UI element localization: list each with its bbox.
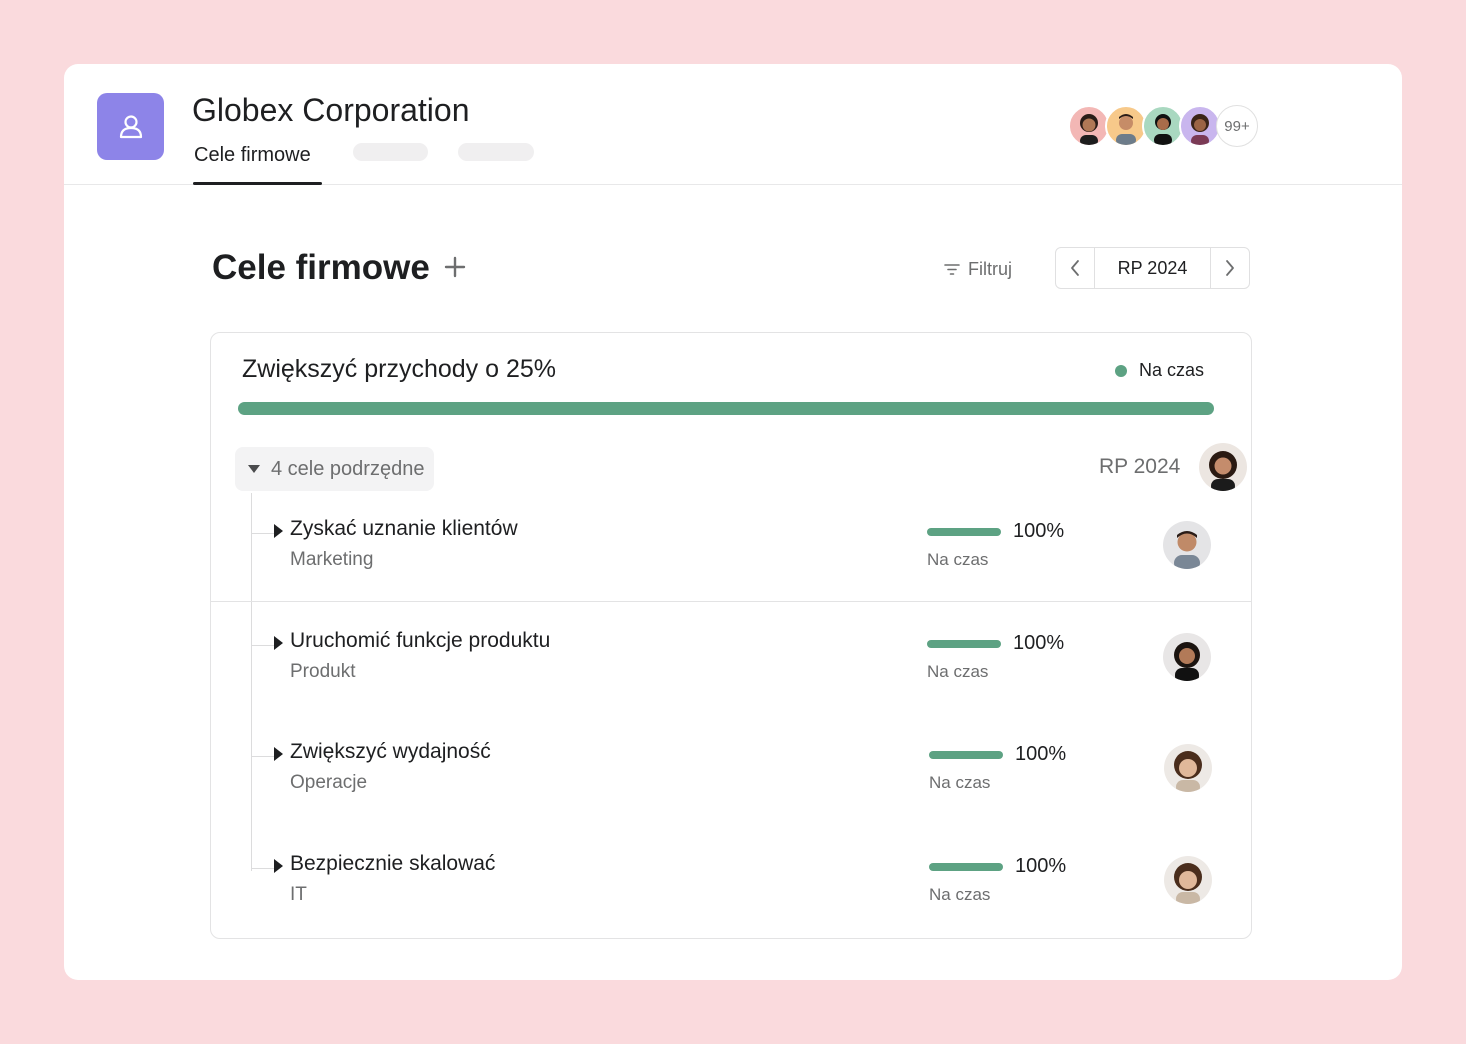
add-goal-button[interactable] (442, 254, 468, 280)
tab-active-indicator (193, 182, 322, 185)
goal-progress-bar (238, 402, 1214, 415)
period-label[interactable]: RP 2024 (1095, 248, 1210, 288)
subgoal-team: Produkt (290, 661, 356, 682)
member-avatar (1142, 105, 1184, 147)
subgoal-owner-avatar[interactable] (1164, 856, 1212, 904)
goal-title[interactable]: Zwiększyć przychody o 25% (242, 355, 556, 384)
subgoal-percent: 100% (1015, 855, 1067, 877)
tree-branch (251, 756, 275, 757)
subgoal-percent: 100% (1013, 632, 1065, 654)
tree-branch (251, 645, 275, 646)
subgoal-percent: 100% (1015, 743, 1067, 765)
subgoal-row[interactable]: Zyskać uznanie klientów Marketing 100% N… (211, 500, 1251, 610)
page-title: Cele firmowe (212, 248, 430, 287)
team-logo[interactable] (97, 93, 164, 160)
subgoal-team: Operacje (290, 772, 368, 793)
subgoal-row[interactable]: Bezpiecznie skalować IT 100% Na czas (211, 835, 1251, 945)
subgoal-title[interactable]: Uruchomić funkcje produktu (290, 629, 550, 653)
team-icon (119, 114, 142, 138)
filter-icon (944, 264, 960, 275)
subgoal-owner-avatar[interactable] (1164, 744, 1212, 792)
subgoal-title[interactable]: Zyskać uznanie klientów (290, 517, 518, 541)
plus-icon (444, 256, 466, 278)
tree-branch (251, 533, 275, 534)
filter-label: Filtruj (968, 258, 1012, 279)
subgoal-row[interactable]: Zwiększyć wydajność Operacje 100% Na cza… (211, 723, 1251, 833)
goal-card[interactable]: Zwiększyć przychody o 25% Na czas 4 cele… (210, 332, 1252, 939)
goals-card: Globex Corporation Cele firmowe 99+ Cele… (64, 64, 1402, 980)
subgoal-status: Na czas (927, 550, 989, 569)
goal-status: Na czas (1115, 360, 1204, 381)
tree-branch (251, 868, 275, 869)
tab-placeholder[interactable] (353, 143, 428, 161)
member-avatar (1105, 105, 1147, 147)
goal-owner-avatar[interactable] (1199, 443, 1247, 491)
subgoal-progress-bar (929, 863, 1003, 871)
chevron-left-icon (1071, 260, 1079, 276)
caret-down-icon (248, 465, 260, 473)
member-overflow-count[interactable]: 99+ (1216, 105, 1258, 147)
goal-status-label: Na czas (1139, 360, 1205, 380)
status-dot-icon (1115, 364, 1127, 377)
chevron-right-icon (1226, 260, 1234, 276)
subgoal-title[interactable]: Zwiększyć wydajność (290, 740, 491, 764)
org-title: Globex Corporation (192, 92, 470, 128)
goal-period: RP 2024 (1099, 455, 1181, 478)
subgoals-toggle[interactable]: 4 cele podrzędne (235, 447, 435, 491)
subgoals-count-label: 4 cele podrzędne (271, 457, 425, 480)
subgoal-percent: 100% (1013, 520, 1065, 542)
subgoal-progress-bar (927, 640, 1001, 648)
next-period-button[interactable] (1210, 248, 1249, 288)
subgoal-status: Na czas (929, 885, 991, 904)
tab-company-goals[interactable]: Cele firmowe (194, 144, 311, 167)
member-avatar (1068, 105, 1110, 147)
subgoal-team: Marketing (290, 549, 374, 570)
subgoal-progress-bar (929, 751, 1003, 759)
period-navigator: RP 2024 (1055, 247, 1250, 289)
subgoal-row[interactable]: Uruchomić funkcje produktu Produkt 100% … (211, 612, 1251, 722)
previous-period-button[interactable] (1056, 248, 1095, 288)
page-header: Globex Corporation Cele firmowe 99+ (64, 64, 1402, 185)
subgoal-status: Na czas (927, 662, 989, 681)
subgoal-status: Na czas (929, 773, 991, 792)
member-avatar (1179, 105, 1221, 147)
caret-right-icon[interactable] (274, 859, 283, 873)
subgoal-owner-avatar[interactable] (1163, 633, 1211, 681)
caret-right-icon[interactable] (274, 636, 283, 650)
caret-right-icon[interactable] (274, 524, 283, 538)
caret-right-icon[interactable] (274, 747, 283, 761)
filter-button[interactable]: Filtruj (944, 256, 1012, 282)
subgoal-progress-bar (927, 528, 1001, 536)
subgoal-team: IT (290, 884, 307, 905)
tab-placeholder[interactable] (458, 143, 534, 161)
subgoal-title[interactable]: Bezpiecznie skalować (290, 852, 495, 876)
subgoal-owner-avatar[interactable] (1163, 521, 1211, 569)
